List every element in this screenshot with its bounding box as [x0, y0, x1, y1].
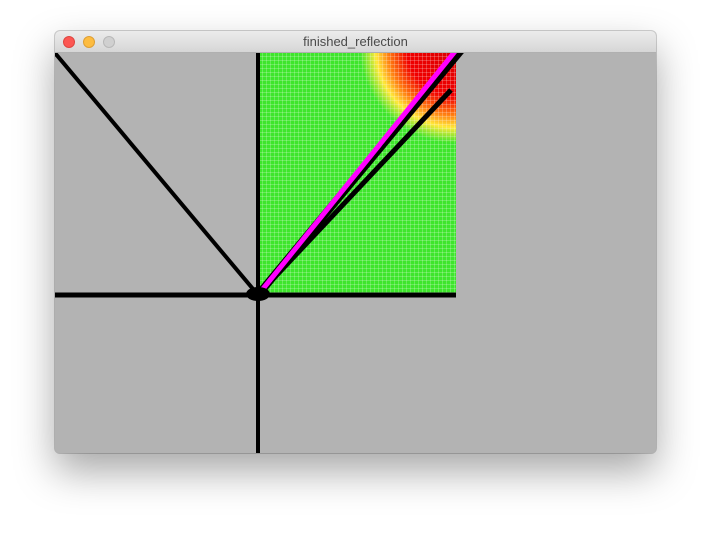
- title-bar[interactable]: finished_reflection: [55, 31, 656, 53]
- origin-marker: [246, 287, 270, 301]
- app-window: finished_reflection: [55, 31, 656, 453]
- window-title: finished_reflection: [303, 34, 408, 49]
- sketch-canvas[interactable]: [55, 53, 656, 453]
